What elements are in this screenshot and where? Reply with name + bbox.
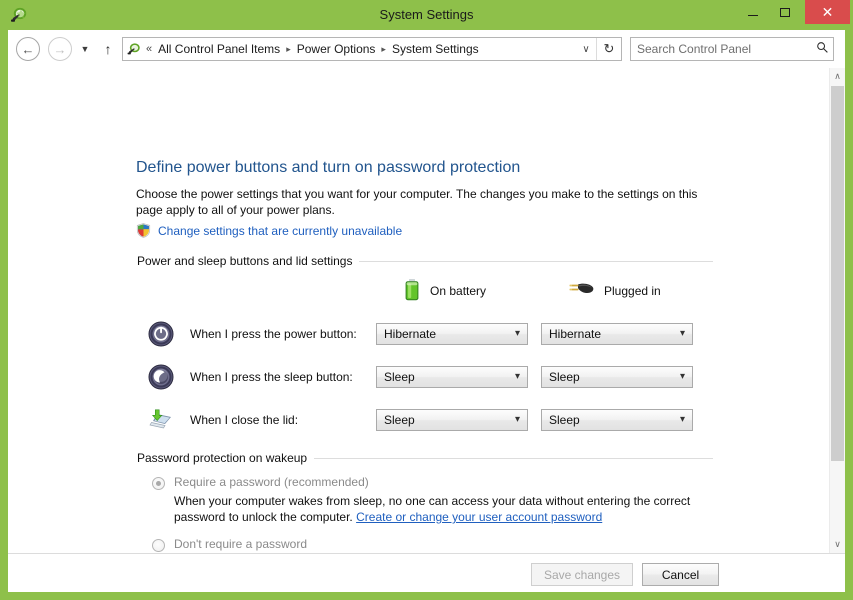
breadcrumb-item-power-options[interactable]: Power Options: [294, 40, 379, 58]
column-header-plugged-in-label: Plugged in: [604, 284, 661, 298]
maximize-icon: [780, 7, 790, 17]
forward-button[interactable]: →: [48, 37, 72, 61]
radio-dont-require-password[interactable]: [152, 539, 165, 552]
combo-power-button-plugged-in[interactable]: Hibernate ▾: [541, 323, 693, 345]
breadcrumb-item-system-settings[interactable]: System Settings: [389, 40, 482, 58]
password-group-label: Password protection on wakeup: [137, 451, 308, 465]
search-box[interactable]: [630, 37, 834, 61]
combo-value: Sleep: [549, 413, 580, 427]
password-group-header: Password protection on wakeup: [137, 451, 713, 465]
power-group-header: Power and sleep buttons and lid settings: [137, 254, 713, 268]
radio-require-password[interactable]: [152, 477, 165, 490]
change-unavailable-settings-link[interactable]: Change settings that are currently unava…: [158, 224, 402, 238]
page-title: Define power buttons and turn on passwor…: [136, 159, 521, 176]
column-headers: On battery Plugged in: [137, 278, 713, 305]
column-header-on-battery-label: On battery: [430, 284, 487, 298]
change-unavailable-settings-link-row[interactable]: Change settings that are currently unava…: [136, 223, 402, 238]
combo-power-button-on-battery[interactable]: Hibernate ▾: [376, 323, 528, 345]
address-bar[interactable]: « All Control Panel Items ▸ Power Option…: [122, 37, 622, 61]
client-area: ← → ▼ ↑ « All Control Panel Items ▸ Powe…: [8, 30, 845, 592]
setting-row-power-button: When I press the power button: Hibernate…: [148, 319, 713, 349]
search-icon[interactable]: [811, 41, 833, 57]
minimize-icon: [748, 14, 758, 16]
sleep-button-icon: [148, 364, 174, 390]
setting-label-close-lid: When I close the lid:: [190, 413, 299, 427]
combo-sleep-button-plugged-in[interactable]: Sleep ▾: [541, 366, 693, 388]
breadcrumb-overflow[interactable]: «: [146, 43, 152, 55]
window-title: System Settings: [379, 7, 474, 22]
uac-shield-icon: [136, 223, 151, 238]
search-input[interactable]: [631, 41, 811, 57]
scroll-up-icon[interactable]: ∧: [830, 68, 845, 85]
combo-close-lid-on-battery[interactable]: Sleep ▾: [376, 409, 528, 431]
combo-close-lid-plugged-in[interactable]: Sleep ▾: [541, 409, 693, 431]
up-button[interactable]: ↑: [97, 37, 119, 61]
setting-label-sleep-button: When I press the sleep button:: [190, 370, 353, 384]
cancel-button[interactable]: Cancel: [642, 563, 719, 586]
power-group-rule: [359, 260, 713, 262]
save-changes-button[interactable]: Save changes: [531, 563, 633, 586]
setting-label-power-button: When I press the power button:: [190, 327, 357, 341]
column-header-plugged-in: Plugged in: [567, 279, 661, 303]
laptop-lid-icon: [148, 407, 174, 433]
navigation-bar: ← → ▼ ↑ « All Control Panel Items ▸ Powe…: [8, 30, 845, 68]
chevron-down-icon: ▾: [514, 328, 520, 339]
chevron-down-icon: ▾: [679, 328, 685, 339]
back-button[interactable]: ←: [16, 37, 40, 61]
breadcrumb-separator[interactable]: ▸: [378, 44, 389, 55]
option-require-password-label: Require a password (recommended): [174, 475, 369, 489]
vertical-scrollbar[interactable]: ∧ ∨: [829, 68, 845, 553]
chevron-down-icon: ▾: [514, 414, 520, 425]
chevron-down-icon: ▾: [514, 371, 520, 382]
button-bar: Save changes Cancel: [8, 553, 845, 592]
setting-row-close-lid: When I close the lid: Sleep ▾ Sleep ▾: [148, 405, 713, 435]
option-require-password[interactable]: Require a password (recommended) When yo…: [152, 475, 712, 525]
battery-icon: [403, 278, 421, 305]
combo-value: Sleep: [384, 413, 415, 427]
system-settings-window: System Settings ✕ ← → ▼ ↑ « All Control …: [0, 0, 853, 600]
breadcrumb-item-all-control-panel-items[interactable]: All Control Panel Items: [155, 40, 283, 58]
scrollbar-thumb[interactable]: [831, 86, 844, 461]
combo-value: Sleep: [549, 370, 580, 384]
column-header-on-battery: On battery: [403, 278, 487, 305]
breadcrumb-separator[interactable]: ▸: [283, 44, 294, 55]
option-dont-require-password-label: Don't require a password: [174, 537, 308, 551]
password-group-rule: [314, 457, 713, 459]
scroll-down-icon[interactable]: ∨: [830, 536, 845, 553]
chevron-down-icon: ▾: [679, 414, 685, 425]
combo-value: Hibernate: [549, 327, 602, 341]
title-bar: System Settings ✕: [0, 0, 853, 30]
option-dont-require-password-header[interactable]: Don't require a password: [152, 537, 712, 552]
close-button[interactable]: ✕: [805, 0, 850, 24]
option-require-password-description: When your computer wakes from sleep, no …: [174, 493, 704, 525]
content-pane: Define power buttons and turn on passwor…: [8, 68, 829, 553]
power-plug-icon: [567, 279, 595, 304]
recent-locations-button[interactable]: ▼: [76, 37, 94, 61]
intro-text: Choose the power settings that you want …: [136, 187, 698, 217]
refresh-icon[interactable]: ↻: [596, 38, 621, 60]
address-dropdown-icon[interactable]: ∨: [576, 44, 596, 55]
option-require-password-header[interactable]: Require a password (recommended): [152, 475, 712, 490]
window-controls: ✕: [737, 0, 853, 30]
power-button-icon: [148, 321, 174, 347]
address-bar-icon: [126, 41, 142, 57]
setting-row-sleep-button: When I press the sleep button: Sleep ▾ S…: [148, 362, 713, 392]
power-group-label: Power and sleep buttons and lid settings: [137, 254, 353, 268]
chevron-down-icon: ▾: [679, 371, 685, 382]
option-dont-require-password[interactable]: Don't require a password When your compu…: [152, 537, 712, 553]
maximize-button[interactable]: [769, 1, 801, 23]
combo-value: Hibernate: [384, 327, 437, 341]
minimize-button[interactable]: [737, 1, 769, 23]
create-change-password-link[interactable]: Create or change your user account passw…: [356, 510, 602, 524]
combo-sleep-button-on-battery[interactable]: Sleep ▾: [376, 366, 528, 388]
combo-value: Sleep: [384, 370, 415, 384]
